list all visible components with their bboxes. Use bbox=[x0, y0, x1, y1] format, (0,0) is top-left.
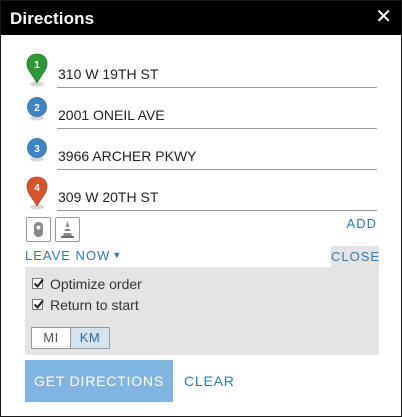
red-end-pin-icon[interactable]: 4 bbox=[25, 176, 49, 210]
car-marker-icon bbox=[34, 222, 43, 237]
checkmark-icon bbox=[33, 299, 44, 310]
return-to-start-checkbox[interactable] bbox=[32, 299, 44, 310]
unit-km-button[interactable]: KM bbox=[70, 328, 109, 348]
blue-waypoint-icon[interactable]: 3 bbox=[25, 135, 49, 169]
stop-address-input[interactable] bbox=[57, 143, 377, 170]
stop-number: 1 bbox=[34, 60, 40, 71]
close-icon[interactable]: ✕ bbox=[375, 5, 392, 29]
unit-mi-button[interactable]: MI bbox=[32, 328, 70, 348]
stop-row-1: 1 bbox=[25, 53, 385, 93]
optimize-order-label: Optimize order bbox=[50, 276, 142, 292]
stop-address-input[interactable] bbox=[57, 102, 377, 129]
traffic-cone-icon bbox=[61, 221, 74, 238]
caret-down-icon: ▼ bbox=[112, 250, 123, 260]
stop-row-2: 2 bbox=[25, 94, 385, 134]
green-start-pin-icon[interactable]: 1 bbox=[25, 53, 49, 87]
depart-time-label: LEAVE NOW bbox=[25, 248, 111, 263]
add-stop-link[interactable]: ADD bbox=[347, 216, 377, 231]
route-options-panel: Optimize order Return to start MI KM bbox=[25, 267, 379, 355]
barriers-button[interactable] bbox=[55, 217, 80, 242]
stop-address-input[interactable] bbox=[57, 184, 377, 211]
stop-row-4: 4 bbox=[25, 176, 385, 216]
depart-time-dropdown[interactable]: LEAVE NOW ▼ bbox=[25, 248, 122, 263]
blue-waypoint-icon[interactable]: 2 bbox=[25, 94, 49, 128]
stop-number: 2 bbox=[34, 103, 40, 114]
panel-title: Directions bbox=[10, 9, 95, 28]
clear-link[interactable]: CLEAR bbox=[184, 373, 235, 389]
stop-row-3: 3 bbox=[25, 135, 385, 175]
optimize-order-checkbox[interactable] bbox=[32, 278, 44, 289]
directions-panel: Directions ✕ 1 2 3 4 bbox=[0, 0, 402, 417]
stop-number: 4 bbox=[34, 183, 40, 194]
close-options-tab[interactable]: CLOSE bbox=[331, 246, 379, 267]
get-directions-button[interactable]: GET DIRECTIONS bbox=[25, 360, 173, 402]
distance-units-toggle: MI KM bbox=[31, 327, 110, 349]
title-bar: Directions ✕ bbox=[1, 1, 401, 35]
travel-mode-button[interactable] bbox=[26, 217, 51, 242]
stop-number: 3 bbox=[34, 144, 40, 155]
checkmark-icon bbox=[33, 278, 44, 289]
stop-address-input[interactable] bbox=[57, 61, 377, 88]
return-to-start-label: Return to start bbox=[50, 297, 139, 313]
